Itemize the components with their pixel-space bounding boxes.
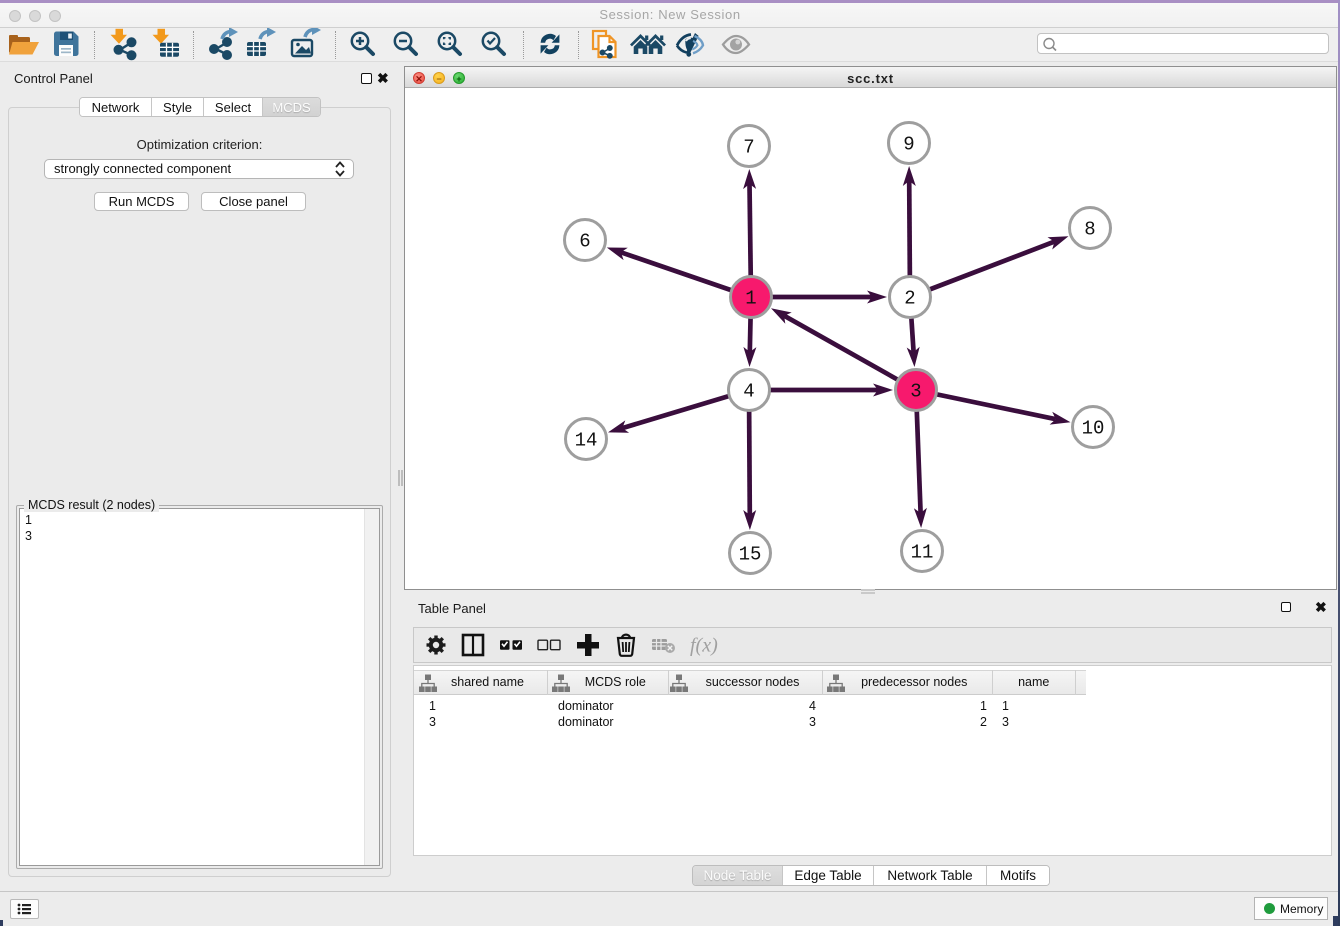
svg-text:10: 10 [1082,418,1105,440]
svg-text:3: 3 [910,381,921,403]
svg-text:8: 8 [1084,219,1095,241]
svg-text:f(x): f(x) [690,635,718,657]
svg-text:1: 1 [745,288,756,310]
svg-text:9: 9 [903,134,914,156]
svg-text:11: 11 [911,542,934,564]
svg-text:15: 15 [739,544,762,566]
svg-text:2: 2 [904,288,915,310]
svg-text:6: 6 [579,231,590,253]
svg-text:14: 14 [575,430,598,452]
svg-text:7: 7 [743,137,754,159]
svg-text:4: 4 [743,381,754,403]
